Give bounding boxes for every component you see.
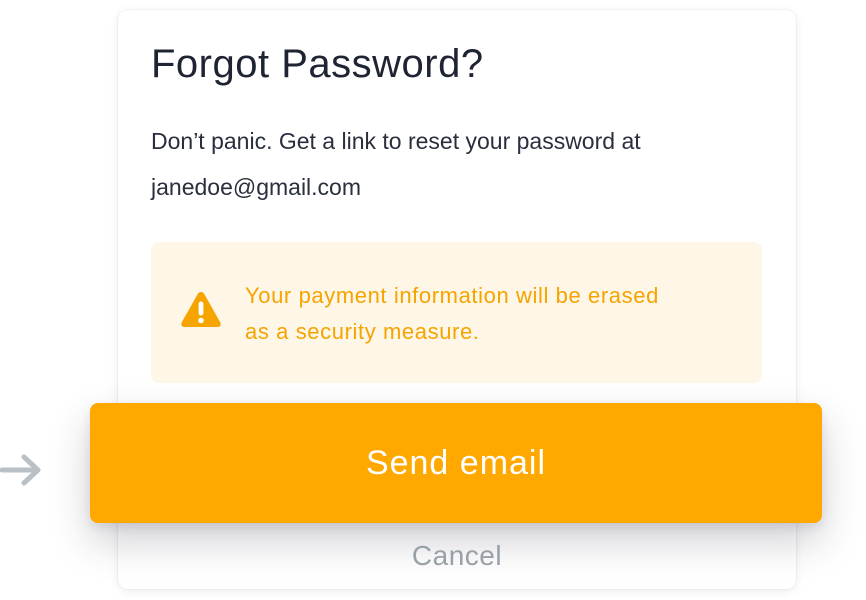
dialog-title: Forgot Password?	[151, 42, 484, 86]
arrow-right-icon	[0, 454, 41, 486]
warning-banner: Your payment information will be erased …	[151, 242, 762, 383]
send-email-button[interactable]: Send email	[90, 403, 822, 523]
warning-line-2: as a security measure.	[245, 319, 480, 344]
warning-message: Your payment information will be erased …	[245, 278, 745, 350]
warning-line-1: Your payment information will be erased	[245, 283, 659, 308]
description-text: Don’t panic. Get a link to reset your pa…	[151, 128, 641, 154]
dialog-description: Don’t panic. Get a link to reset your pa…	[151, 118, 761, 210]
cancel-button[interactable]: Cancel	[118, 535, 796, 577]
user-email: janedoe@gmail.com	[151, 174, 362, 200]
warning-triangle-icon	[181, 292, 221, 327]
forgot-password-screen: Forgot Password? Don’t panic. Get a link…	[0, 0, 866, 600]
